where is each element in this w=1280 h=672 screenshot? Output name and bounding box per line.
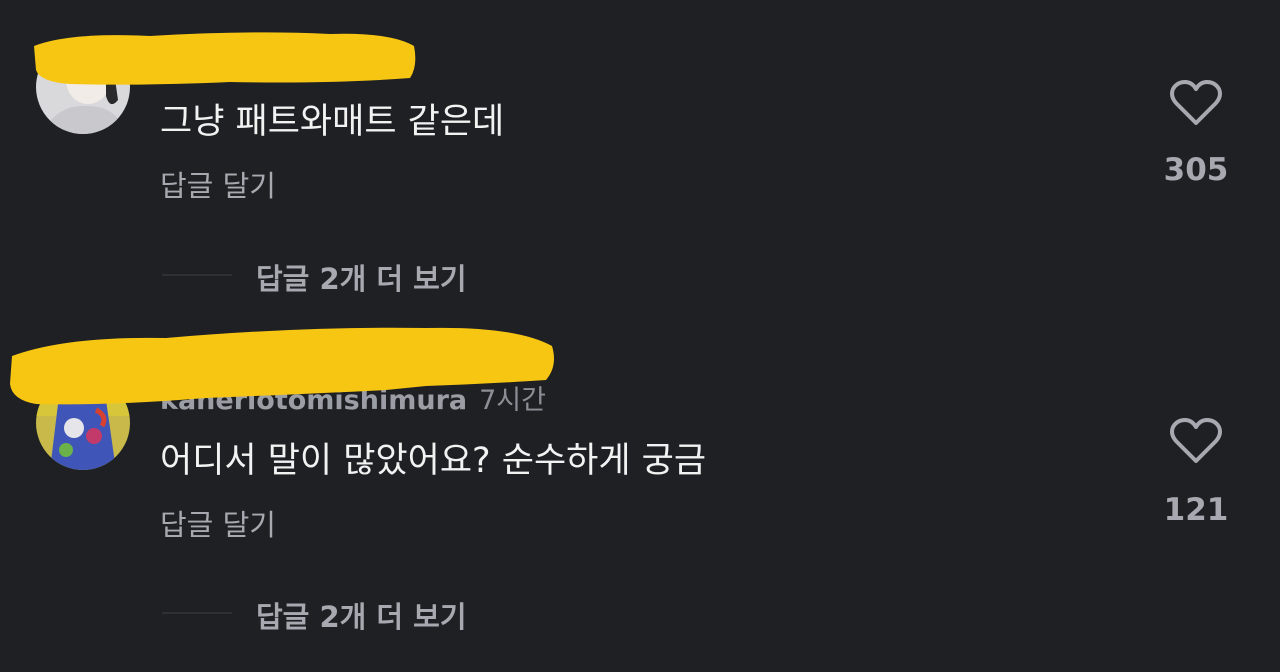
reply-button[interactable]: 답글 달기 [160, 502, 276, 544]
comment-text: 어디서 말이 많았어요? 순수하게 궁금 [160, 441, 707, 481]
view-more-replies-button[interactable]: 답글 2개 더 보기 [162, 256, 582, 296]
avatar[interactable] [36, 40, 130, 134]
like-count: 305 [1163, 152, 1229, 188]
comment-author-line: kaneriotomishimura 7시간 [160, 378, 546, 417]
comment-item: kaneriotomishimura 7시간 어디서 말이 많았어요? 순수하게 … [0, 320, 1280, 672]
avatar[interactable] [36, 376, 130, 470]
comment-timestamp: 7시간 [479, 385, 546, 416]
heart-icon[interactable] [1169, 417, 1223, 465]
view-more-replies-label: 답글 2개 더 보기 [256, 262, 467, 296]
comment-username[interactable]: kaneriotomishimura [160, 385, 467, 416]
view-more-replies-button[interactable]: 답글 2개 더 보기 [162, 594, 582, 634]
divider-line [162, 274, 232, 276]
comments-list: 그냥 패트와매트 같은데 답글 달기 305 답글 2개 더 보기 kaneri… [0, 0, 1280, 672]
divider-line [162, 612, 232, 614]
like-count: 121 [1163, 492, 1229, 528]
view-more-replies-label: 답글 2개 더 보기 [256, 600, 467, 634]
heart-icon[interactable] [1169, 79, 1223, 127]
comment-text: 그냥 패트와매트 같은데 [160, 102, 505, 142]
comment-item: 그냥 패트와매트 같은데 답글 달기 305 답글 2개 더 보기 [0, 0, 1280, 320]
reply-button[interactable]: 답글 달기 [160, 163, 276, 205]
